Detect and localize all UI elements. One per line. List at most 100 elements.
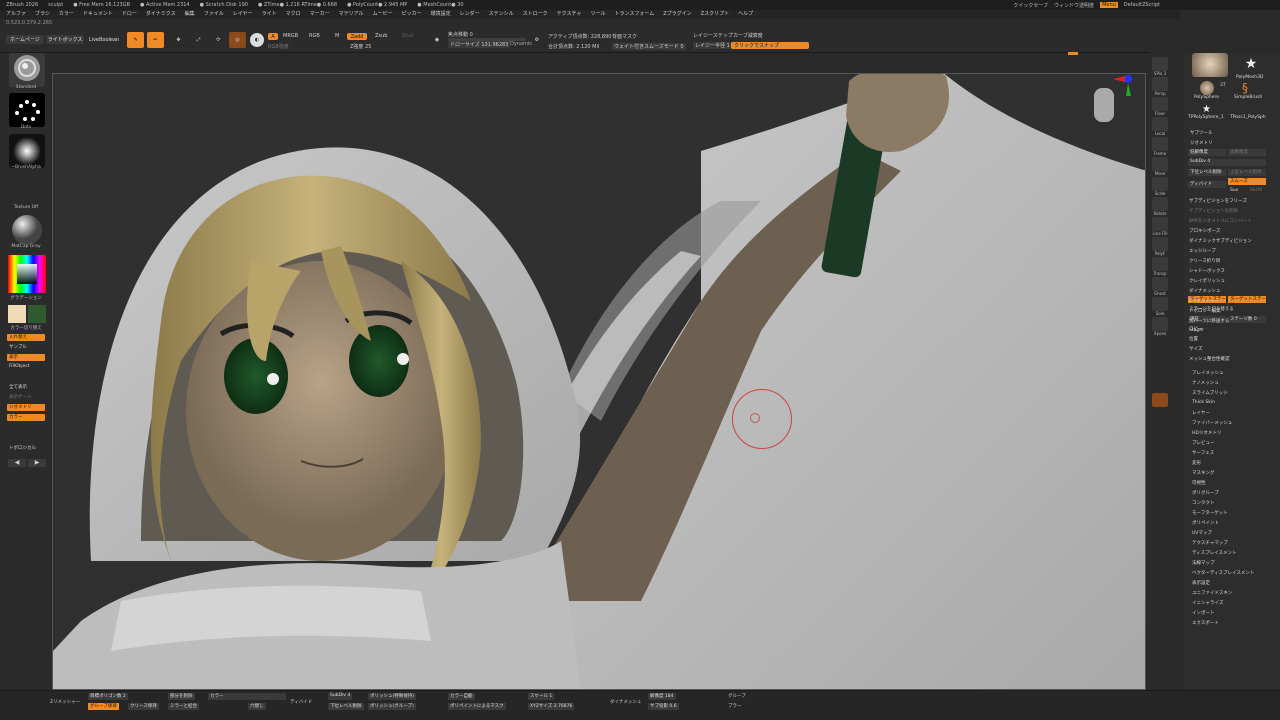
lazy-radius-slider[interactable]: レイジー半径 1 (693, 42, 732, 49)
view-ghost-button[interactable] (1152, 277, 1168, 291)
scale-slider[interactable]: スケール 1 (528, 693, 555, 700)
mesh-integrity-button[interactable]: メッシュ整合性確認 (1189, 356, 1230, 362)
rgb-button[interactable]: RGB (309, 33, 320, 39)
tool-section-header[interactable]: テクスチャマップ (1192, 540, 1228, 546)
target-poly-slider[interactable]: 目標ポリゴン数 2 (88, 693, 128, 700)
tool-section-header[interactable]: ユニファイドスキン (1192, 590, 1232, 596)
view-xpose-button[interactable] (1152, 317, 1168, 331)
material-sphere-icon[interactable]: ◐ (250, 33, 264, 47)
geometry-item[interactable]: シャドーボックス (1189, 268, 1225, 274)
geometry-item[interactable]: クレイポリッシュ (1189, 278, 1225, 284)
m-button[interactable]: M (335, 33, 339, 39)
draw-mode-button[interactable]: ✏ (147, 32, 164, 48)
view-transp-button[interactable] (1152, 257, 1168, 271)
menu-item[interactable]: アルファ (6, 10, 26, 19)
keep-groups-toggle[interactable]: グループ保持 (88, 703, 119, 710)
xyz-size-slider[interactable]: XYZサイズ 2.76876 (528, 703, 575, 710)
menu-item[interactable]: ピッカー (402, 10, 422, 19)
size-button[interactable]: サイズ (1189, 346, 1202, 352)
scale-mode-button[interactable]: ⤢ (190, 32, 207, 48)
menu-item[interactable]: ドキュメント (83, 10, 113, 19)
samples-button[interactable]: サンプル (7, 344, 45, 351)
stage-count-slider[interactable]: ステージ数 0 (1228, 316, 1266, 323)
prev-arrow-icon[interactable]: ◀ (8, 459, 26, 467)
menu-item[interactable]: マテリアル (339, 10, 364, 19)
texture-thumbnail[interactable] (9, 174, 45, 208)
alpha-thumbnail[interactable] (9, 134, 45, 168)
menu-item[interactable]: カラー (59, 10, 74, 19)
resolution-slider[interactable]: 解像度 184 (648, 693, 676, 700)
view-line-fill-button[interactable] (1152, 217, 1168, 231)
a-button[interactable]: A (268, 33, 278, 40)
tool-section-header[interactable]: ポリグループ (1192, 490, 1219, 496)
switch-color-label[interactable]: カラー切り替え (2, 325, 50, 331)
color-toggle[interactable]: カラー (7, 414, 45, 421)
subtool-header[interactable]: サブツール (1190, 130, 1213, 136)
keep-crease-toggle[interactable]: クリース保持 (128, 703, 159, 710)
view-local-button[interactable] (1152, 117, 1168, 131)
higher-res-button[interactable]: 高解像度 (1228, 149, 1266, 156)
brush-thumbnail[interactable] (9, 53, 45, 87)
menu-item[interactable]: ツール (590, 10, 605, 19)
move-mode-button[interactable]: ✥ (170, 32, 187, 48)
simplebrush-icon[interactable]: § (1242, 81, 1256, 95)
mrgb-button[interactable]: MRGB (283, 33, 298, 39)
lightbox-button[interactable]: ライトボックス (46, 35, 84, 44)
liveboolean-button[interactable]: LiveBoolean (86, 35, 122, 44)
tool-section-header[interactable]: サーフェス (1192, 450, 1214, 456)
menu-item[interactable]: ドロー (122, 10, 137, 19)
position-button[interactable]: 位置 (1189, 336, 1198, 342)
tool-section-header[interactable]: ベクターディスプレイスメント (1192, 570, 1254, 576)
zremesh-label[interactable]: Zリメッシャー (50, 699, 80, 705)
backface-mask-toggle[interactable]: 背面マスク (612, 33, 637, 40)
tool-section-header[interactable]: HDジオメトリ (1192, 430, 1221, 436)
geometry-item[interactable]: プロキシポーズ (1189, 228, 1220, 234)
divide-button[interactable]: ディバイド (290, 699, 312, 705)
close-holes-button[interactable]: 穴閉じ (248, 703, 266, 710)
weighted-smooth-slider[interactable]: ウェイト付きスムーズモード 0 (612, 43, 686, 50)
menu-item[interactable]: Zスクリプト (701, 10, 729, 19)
view-move-button[interactable] (1152, 157, 1168, 171)
freeze-subdiv-button[interactable]: サブディビジョンをフリーズ (1189, 198, 1247, 204)
draw-size-slider[interactable]: ドローサイズ 131.96283 (448, 41, 511, 48)
tool-section-header[interactable]: 法線マップ (1192, 560, 1215, 566)
zcut-button[interactable]: Zcut (402, 33, 413, 39)
delete-part-button[interactable]: 部分を削除 (168, 693, 195, 700)
menu-item[interactable]: マーカー (310, 10, 330, 19)
subdiv-bottom-slider[interactable]: SubDiv 4 (328, 693, 353, 700)
delete-lower-bottom-button[interactable]: 下位レベル削除 (328, 703, 364, 710)
geometry-item[interactable]: エッジループ (1189, 248, 1216, 254)
focal-shift-slider[interactable]: 焦点移動 0 (448, 31, 473, 38)
menu-item[interactable]: テクスチャ (557, 10, 582, 19)
geometry-item[interactable]: トポロジー編集 (1189, 308, 1221, 314)
menu-item[interactable]: マクロ (286, 10, 301, 19)
menu-item[interactable]: ファイル (204, 10, 224, 19)
view-rotate-button[interactable] (1152, 197, 1168, 211)
polysphere-thumb-icon[interactable] (1200, 81, 1214, 95)
divide-button[interactable]: ディバイド (1188, 181, 1226, 188)
color-auto-button[interactable]: カラー自動 (448, 693, 475, 700)
tool-section-header[interactable]: イニシャライズ (1192, 600, 1223, 606)
polyf-active-icon[interactable] (1152, 393, 1168, 407)
geometry-item[interactable]: ダイナミックサブディビジョン (1189, 238, 1252, 244)
tool-section-header[interactable]: エクスポート (1192, 620, 1219, 626)
secondary-color-swatch[interactable] (28, 305, 46, 323)
alternate-button[interactable]: 入れ替え (7, 334, 45, 341)
curve-falloff-slider[interactable]: カーブ減衰度 (733, 32, 763, 39)
view-frame-button[interactable] (1152, 137, 1168, 151)
convert-bpr-item[interactable]: BPRをジオメトリにコンバート (1189, 218, 1252, 224)
menu-item[interactable]: ムービー (373, 10, 393, 19)
tool-section-header[interactable]: ポリペイント (1192, 520, 1219, 526)
smooth-toggle[interactable]: スムーズ (1228, 178, 1266, 185)
polypaint-mask-button[interactable]: ポリペイントによるマスク (448, 703, 506, 710)
rotate-mode-button[interactable]: ⟳ (210, 32, 227, 48)
view-floor-button[interactable] (1152, 97, 1168, 111)
tool-section-header[interactable]: 可視性 (1192, 480, 1206, 486)
tool-section-header[interactable]: ファイバーメッシュ (1192, 420, 1232, 426)
focal-icon[interactable]: ◉ (430, 34, 444, 46)
polish-group-button[interactable]: ポリッシュ(グループ) (368, 703, 416, 710)
lazy-step-slider[interactable]: レイジーステップ (693, 32, 733, 39)
dynamesh-label[interactable]: ダイナメッシュ (610, 699, 641, 705)
tool-section-header[interactable]: Thick Skin (1192, 400, 1215, 405)
fill-object-button[interactable]: FillObject (7, 364, 45, 371)
